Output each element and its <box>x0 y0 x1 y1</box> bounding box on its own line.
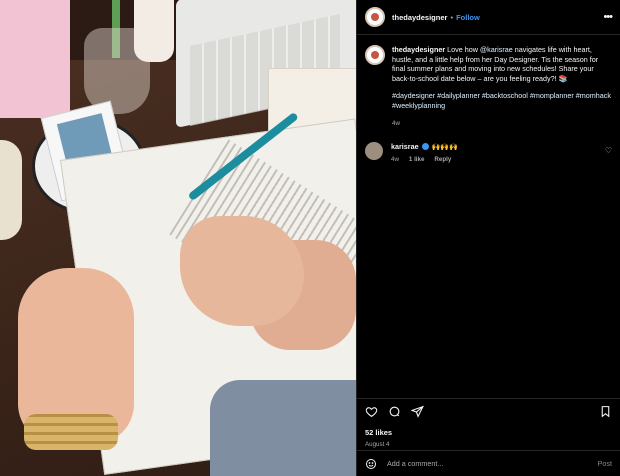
comment-item: karisrae 🙌🙌🙌 4w 1 like Reply ♡ <box>357 128 620 163</box>
bookmark-icon[interactable] <box>599 405 612 418</box>
gold-bracelets <box>24 414 118 450</box>
jeans <box>210 380 356 476</box>
comment-age: 4w <box>391 156 399 164</box>
post-header: thedaydesigner • Follow ••• <box>357 0 620 35</box>
caption-text-part: Love how <box>445 45 480 54</box>
post-comment-button[interactable]: Post <box>598 459 612 468</box>
comment-meta: 4w 1 like Reply <box>391 156 458 163</box>
caption-text: thedaydesigner Love how @karisrae naviga… <box>392 45 612 128</box>
ceramic-mug <box>134 0 174 62</box>
comment-like-icon[interactable]: ♡ <box>605 146 612 155</box>
like-heart-icon[interactable] <box>365 405 378 418</box>
more-options-icon[interactable]: ••• <box>603 11 613 23</box>
caption-username[interactable]: thedaydesigner <box>392 45 445 54</box>
comment-username[interactable]: karisrae <box>391 142 419 151</box>
caption-age: 4w <box>392 119 400 127</box>
comment-emoji: 🙌🙌🙌 <box>431 143 458 151</box>
share-send-icon[interactable] <box>411 405 424 418</box>
hashtags[interactable]: #daydesigner #dailyplanner #backtoschool… <box>392 91 612 110</box>
avatar[interactable] <box>365 45 385 65</box>
verified-badge-icon <box>421 143 429 151</box>
mention-link[interactable]: @karisrae <box>480 45 513 54</box>
comment-likes[interactable]: 1 like <box>409 156 424 163</box>
action-bar: 52 likes August 4 <box>357 398 620 448</box>
emoji-smiley-icon[interactable] <box>365 458 377 470</box>
reply-button[interactable]: Reply <box>434 156 451 163</box>
comment-body: karisrae 🙌🙌🙌 4w 1 like Reply <box>391 142 458 163</box>
add-comment-input[interactable]: Add a comment... <box>387 459 443 468</box>
avatar[interactable] <box>365 7 385 27</box>
post-sidebar: thedaydesigner • Follow ••• thedaydesign… <box>356 0 620 476</box>
caption: thedaydesigner Love how @karisrae naviga… <box>357 35 620 128</box>
post-date: August 4 <box>365 441 390 448</box>
comment-line: karisrae 🙌🙌🙌 <box>391 142 458 151</box>
right-hand <box>180 216 304 326</box>
avatar[interactable] <box>365 142 383 161</box>
comment-composer: Add a comment... Post <box>357 450 620 476</box>
instagram-post-modal: thedaydesigner • Follow ••• thedaydesign… <box>0 0 620 476</box>
pink-box <box>0 0 70 118</box>
post-photo[interactable] <box>0 0 356 476</box>
action-icons <box>365 405 612 418</box>
separator-dot: • <box>450 12 454 22</box>
brand-logo-icon <box>371 13 379 21</box>
comment-bubble-icon[interactable] <box>388 405 401 418</box>
brand-logo-icon <box>371 51 379 59</box>
follow-button[interactable]: Follow <box>456 13 480 22</box>
decorative-plate <box>0 140 22 240</box>
author-username[interactable]: thedaydesigner <box>392 13 447 22</box>
likes-count[interactable]: 52 likes <box>365 428 612 437</box>
